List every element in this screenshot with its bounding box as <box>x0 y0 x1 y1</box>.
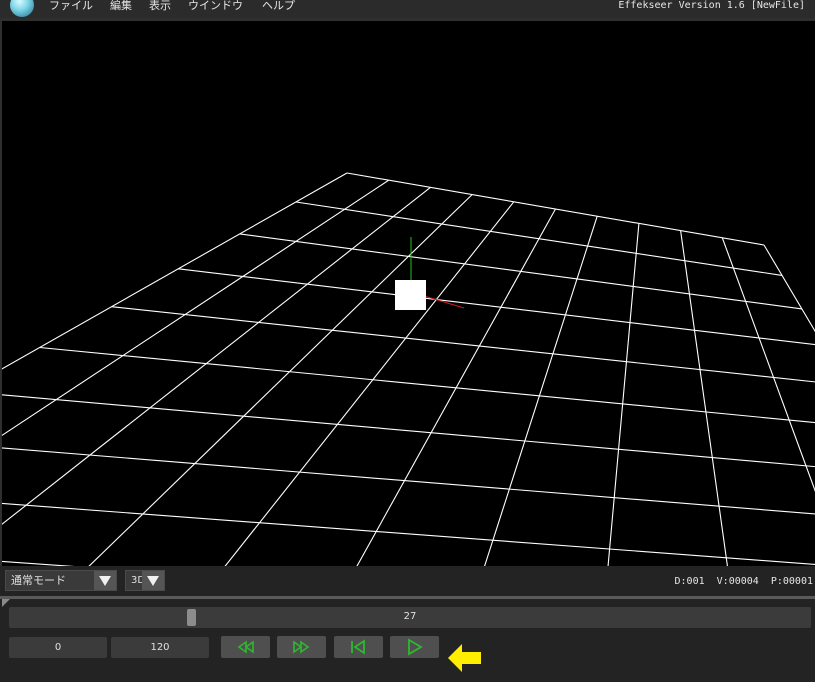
emitter-cube[interactable] <box>395 280 426 310</box>
grid-line <box>2 186 431 525</box>
menu-edit[interactable]: 編集 <box>110 0 132 14</box>
viewport-toolbar: 通常モード 3D D:001 V:00004 P:00001 <box>0 566 815 596</box>
play-button[interactable] <box>390 636 439 658</box>
stats-readout: D:001 V:00004 P:00001 <box>674 576 813 587</box>
grid-line <box>2 502 815 565</box>
rewind-button[interactable] <box>221 636 270 658</box>
skip-to-start-icon <box>351 639 365 655</box>
render-mode-value: 通常モード <box>11 574 66 587</box>
menu-bar: ファイル 編集 表示 ウインドウ ヘルプ Effekseer Version 1… <box>0 0 815 18</box>
grid-line <box>2 447 815 515</box>
grid-line <box>607 223 640 566</box>
skip-to-start-button[interactable] <box>334 636 383 658</box>
rewind-icon <box>237 640 254 654</box>
grid-line <box>680 230 728 566</box>
render-mode-select[interactable]: 通常モード <box>5 570 117 591</box>
fast-forward-icon <box>293 640 310 654</box>
view-mode-select[interactable]: 3D <box>125 570 165 591</box>
grid-line <box>721 237 815 492</box>
app-title: Effekseer Version 1.6 [NewFile] <box>618 0 805 11</box>
grid-line <box>2 560 75 566</box>
grid-line <box>484 216 598 566</box>
menu-file[interactable]: ファイル <box>49 0 93 14</box>
menu-window[interactable]: ウインドウ <box>188 0 243 14</box>
floor-grid <box>2 172 815 566</box>
scene-canvas <box>2 172 815 566</box>
play-icon <box>408 638 423 656</box>
grid-line <box>763 244 815 333</box>
arrow-left-icon <box>448 644 481 672</box>
chevron-down-icon <box>142 571 164 590</box>
grid-line <box>356 208 556 566</box>
grid-line <box>111 306 815 383</box>
effekseer-logo-icon <box>10 0 34 17</box>
scene-viewport[interactable] <box>2 21 815 566</box>
current-frame-label: 27 <box>403 611 417 622</box>
chevron-down-icon <box>94 571 116 590</box>
fast-forward-button[interactable] <box>277 636 326 658</box>
grid-line <box>2 394 815 468</box>
menu-help[interactable]: ヘルプ <box>262 0 295 14</box>
frame-slider[interactable]: 27 <box>9 607 811 628</box>
grid-line <box>178 268 815 346</box>
panel-corner-icon <box>2 599 10 607</box>
start-frame-input[interactable]: 0 <box>9 637 107 658</box>
end-frame-input[interactable]: 120 <box>111 637 209 658</box>
menu-view[interactable]: 表示 <box>149 0 171 14</box>
